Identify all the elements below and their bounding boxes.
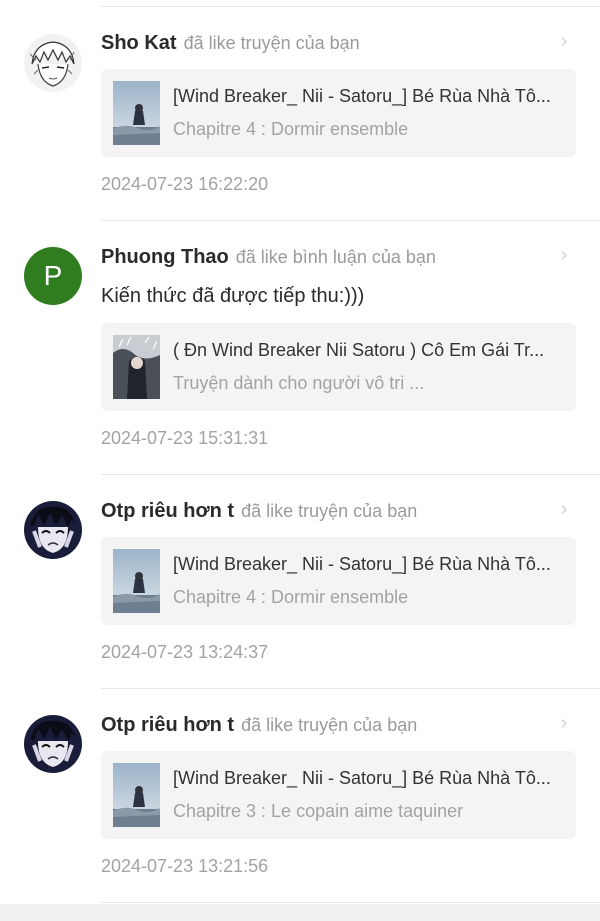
story-card[interactable]: [Wind Breaker_ Nii - Satoru_] Bé Rùa Nhà…	[101, 69, 576, 157]
divider	[101, 474, 600, 475]
username[interactable]: Phuong Thao	[101, 246, 229, 269]
avatar[interactable]: P	[24, 247, 82, 305]
divider	[101, 902, 600, 903]
timestamp: 2024-07-23 15:31:31	[101, 428, 269, 448]
comment-text: Kiến thức đã được tiếp thu:)))	[101, 285, 365, 307]
chevron-right-icon[interactable]: ›	[553, 498, 575, 520]
action-text: đã like truyện của bạn	[241, 714, 418, 735]
story-subtitle: Chapitre 4 : Dormir ensemble	[173, 119, 409, 139]
timestamp: 2024-07-23 13:24:37	[101, 642, 269, 662]
notification-header: Sho Kat đã like truyện của bạn	[101, 28, 360, 58]
notification-header: Otp riêu hơn t đã like truyện của bạn	[101, 710, 417, 740]
username[interactable]: Sho Kat	[101, 32, 177, 55]
chevron-right-icon[interactable]: ›	[553, 244, 575, 266]
story-title: [Wind Breaker_ Nii - Satoru_] Bé Rùa Nhà…	[173, 554, 551, 574]
story-subtitle: Chapitre 3 : Le copain aime taquiner	[173, 801, 464, 821]
avatar[interactable]	[24, 715, 82, 773]
story-thumbnail	[113, 81, 160, 145]
timestamp: 2024-07-23 16:22:20	[101, 174, 269, 194]
bottom-bar	[0, 904, 600, 921]
story-subtitle: Chapitre 4 : Dormir ensemble	[173, 587, 409, 607]
username[interactable]: Otp riêu hơn t	[101, 714, 234, 737]
divider	[101, 220, 600, 221]
avatar[interactable]	[24, 501, 82, 559]
username[interactable]: Otp riêu hơn t	[101, 500, 234, 523]
story-card[interactable]: [Wind Breaker_ Nii - Satoru_] Bé Rùa Nhà…	[101, 537, 576, 625]
story-title: [Wind Breaker_ Nii - Satoru_] Bé Rùa Nhà…	[173, 86, 551, 106]
story-thumbnail	[113, 763, 160, 827]
story-title: ( Đn Wind Breaker Nii Satoru ) Cô Em Gái…	[173, 340, 545, 360]
action-text: đã like truyện của bạn	[241, 500, 418, 521]
action-text: đã like bình luận của bạn	[235, 246, 436, 267]
action-text: đã like truyện của bạn	[183, 32, 360, 53]
story-card[interactable]: ( Đn Wind Breaker Nii Satoru ) Cô Em Gái…	[101, 323, 576, 411]
story-card[interactable]: [Wind Breaker_ Nii - Satoru_] Bé Rùa Nhà…	[101, 751, 576, 839]
divider	[101, 688, 600, 689]
story-subtitle: Truyện dành cho người vô tri ...	[173, 373, 425, 393]
notification-header: Otp riêu hơn t đã like truyện của bạn	[101, 496, 417, 526]
timestamp: 2024-07-23 13:21:56	[101, 856, 269, 876]
story-title: [Wind Breaker_ Nii - Satoru_] Bé Rùa Nhà…	[173, 768, 551, 788]
chevron-right-icon[interactable]: ›	[553, 30, 575, 52]
notification-header: Phuong Thao đã like bình luận của bạn	[101, 242, 436, 272]
top-divider	[101, 6, 600, 7]
avatar-letter: P	[43, 260, 63, 291]
story-thumbnail	[113, 335, 160, 399]
avatar[interactable]	[24, 34, 82, 92]
story-thumbnail	[113, 549, 160, 613]
chevron-right-icon[interactable]: ›	[553, 712, 575, 734]
